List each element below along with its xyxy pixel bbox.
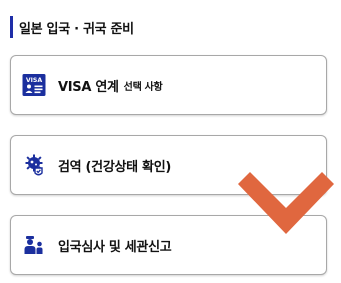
card-label: VISA 연계 — [58, 79, 119, 95]
section-header: 일본 입국 · 귀국 준비 — [10, 15, 134, 39]
card-sublabel: 선택 사항 — [123, 81, 163, 93]
visa-icon-text: VISA — [26, 77, 43, 84]
card-label: 검역 (건강상태 확인) — [58, 159, 172, 175]
card-label: 입국심사 및 세관신고 — [58, 239, 172, 255]
visa-card-icon: VISA — [22, 73, 46, 97]
card-visa[interactable]: VISA VISA 연계 선택 사항 — [10, 55, 327, 115]
immigration-officer-icon — [22, 233, 46, 257]
quarantine-icon — [22, 153, 46, 177]
chevron-down-icon[interactable] — [238, 172, 334, 252]
section-title: 일본 입국 · 귀국 준비 — [19, 21, 134, 37]
section-accent-bar — [10, 16, 13, 38]
